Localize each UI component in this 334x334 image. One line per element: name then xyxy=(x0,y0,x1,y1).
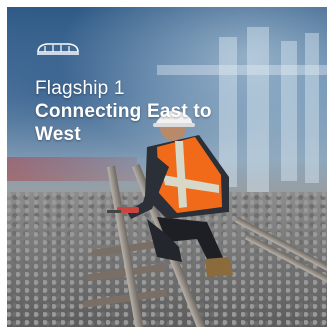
hero-image-card: Flagship 1 Connecting East to West xyxy=(7,7,327,327)
headline-line-3: West xyxy=(35,124,81,145)
headline-line-2: Connecting East to xyxy=(35,101,212,122)
headline-line-1: Flagship 1 xyxy=(35,78,125,99)
train-logo-icon xyxy=(37,43,79,55)
headline: Flagship 1 Connecting East to West xyxy=(35,77,285,146)
